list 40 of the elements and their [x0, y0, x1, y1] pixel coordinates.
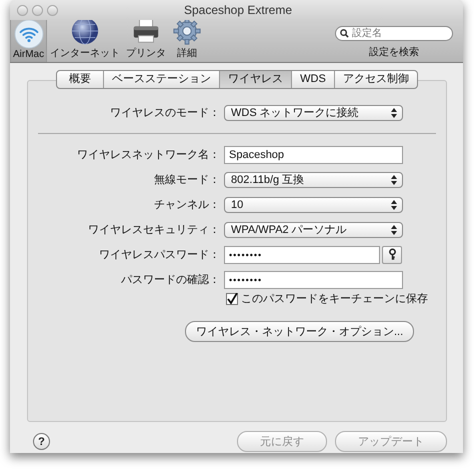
password-field[interactable]: ••••••••: [224, 246, 380, 264]
field-label: ワイヤレスネットワーク名：: [76, 148, 221, 162]
checkbox[interactable]: [226, 292, 238, 304]
tab[interactable]: 概要: [57, 71, 104, 88]
input-field[interactable]: Spaceshop: [224, 146, 403, 164]
dropdown-arrows-icon: [391, 108, 397, 118]
field-label: ワイヤレスパスワード：: [98, 248, 221, 262]
search-icon: [340, 29, 349, 38]
toolbar-item[interactable]: 詳細: [169, 20, 206, 62]
search-label: 設定を検索: [369, 46, 419, 59]
password-field[interactable]: ••••••••: [224, 270, 403, 288]
dropdown-arrows-icon: [391, 174, 397, 184]
options-button[interactable]: ワイヤレス・ネットワーク・オプション...: [185, 321, 414, 342]
search-field[interactable]: 設定名: [335, 26, 453, 41]
key-button[interactable]: [382, 246, 402, 264]
dropdown-arrows-icon: [391, 224, 397, 234]
window-title: Spaceshop Extreme: [182, 3, 294, 17]
wifi-icon: [14, 19, 44, 49]
field-label: チャンネル：: [153, 198, 221, 212]
field-label: ワイヤレスのモード：: [109, 106, 221, 120]
field-label: ワイヤレスセキュリティ：: [87, 223, 221, 237]
dropdown[interactable]: 802.11b/g 互換: [224, 172, 403, 188]
dropdown[interactable]: WPA/WPA2 パーソナル: [224, 222, 403, 238]
checkbox-label: このパスワードをキーチェーンに保存: [241, 292, 428, 306]
field-label: 無線モード：: [153, 173, 221, 187]
dropdown[interactable]: 10: [224, 196, 403, 212]
window-control-icon[interactable]: [47, 4, 58, 16]
dropdown-arrows-icon: [391, 200, 397, 210]
tab[interactable]: アクセス制御: [334, 71, 417, 88]
key-icon: [388, 248, 396, 261]
tab[interactable]: ワイヤレス: [219, 71, 292, 88]
window-control-icon[interactable]: [17, 4, 28, 16]
toolbar-item[interactable]: インターネット: [47, 20, 124, 62]
tab[interactable]: WDS: [291, 71, 334, 88]
toolbar-item[interactable]: AirMac: [10, 20, 48, 62]
dropdown[interactable]: WDS ネットワークに接続: [224, 104, 403, 120]
window-control-icon[interactable]: [32, 4, 43, 16]
toolbar-item[interactable]: プリンタ: [123, 20, 170, 62]
help-button[interactable]: ?: [33, 433, 50, 450]
field-label: パスワードの確認：: [120, 273, 221, 287]
